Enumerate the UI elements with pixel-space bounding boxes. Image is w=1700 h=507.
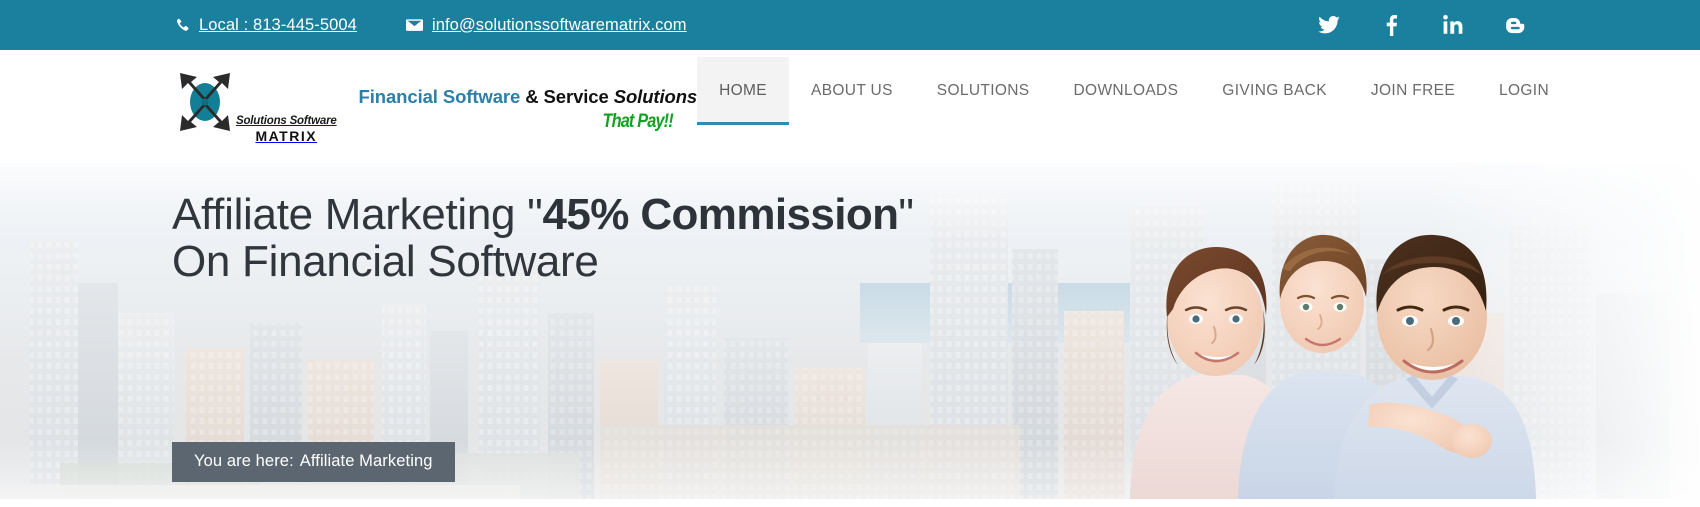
linkedin-icon bbox=[1443, 15, 1463, 35]
twitter-link[interactable] bbox=[1316, 12, 1342, 38]
phone-label: Local : 813-445-5004 bbox=[199, 15, 357, 34]
logo-line-2: MATRIX bbox=[255, 128, 318, 144]
nav-item-login[interactable]: LOGIN bbox=[1477, 57, 1571, 125]
logo-wordmark: Solutions Software MATRIX bbox=[236, 115, 337, 144]
tagline-and-service: & Service bbox=[520, 86, 614, 107]
below-hero-strip bbox=[0, 499, 1700, 507]
phone-icon bbox=[172, 17, 192, 33]
site-header: Solutions Software MATRIX Financial Soft… bbox=[0, 50, 1700, 163]
breadcrumb-prefix: You are here: bbox=[194, 452, 294, 470]
linkedin-link[interactable] bbox=[1440, 12, 1466, 38]
hero-heading: Affiliate Marketing "45% Commission" On … bbox=[172, 191, 1700, 285]
tagline-line-1: Financial Software & Service Solutions bbox=[359, 86, 698, 108]
tagline-that-pay: That Pay!! bbox=[602, 111, 674, 132]
nav-item-solutions[interactable]: SOLUTIONS bbox=[915, 57, 1052, 125]
envelope-icon bbox=[405, 17, 425, 33]
phone-contact-link[interactable]: Local : 813-445-5004 bbox=[172, 16, 357, 35]
twitter-icon bbox=[1318, 16, 1340, 34]
four-arrows-circle-logo-icon bbox=[172, 69, 238, 147]
nav-item-giving-back[interactable]: GIVING BACK bbox=[1200, 57, 1349, 125]
tagline-financial-software: Financial Software bbox=[358, 86, 521, 107]
email-contact-link[interactable]: info@solutionssoftwarematrix.com bbox=[405, 16, 687, 35]
facebook-icon bbox=[1386, 14, 1397, 36]
facebook-link[interactable] bbox=[1378, 12, 1404, 38]
top-bar-inner: Local : 813-445-5004 info@solutionssoftw… bbox=[0, 0, 1700, 50]
blogger-icon bbox=[1505, 15, 1526, 36]
hero-heading-part-a: Affiliate Marketing bbox=[172, 190, 528, 239]
hero-heading-quote-close: " bbox=[898, 190, 914, 239]
logo-line-1: Solutions Software bbox=[236, 115, 337, 127]
hero-heading-quote-open: " bbox=[527, 190, 543, 239]
email-label: info@solutionssoftwarematrix.com bbox=[431, 15, 687, 34]
nav-item-about-us[interactable]: ABOUT US bbox=[789, 57, 915, 125]
breadcrumb-current: Affiliate Marketing bbox=[299, 452, 433, 470]
hero-heading-line-2: On Financial Software bbox=[172, 237, 599, 287]
hero-content: Affiliate Marketing "45% Commission" On … bbox=[0, 163, 1700, 285]
blogger-link[interactable] bbox=[1502, 12, 1528, 38]
hero-heading-commission: 45% Commission bbox=[542, 190, 899, 239]
main-navigation: HOME ABOUT US SOLUTIONS DOWNLOADS GIVING… bbox=[697, 50, 1571, 163]
nav-item-join-free[interactable]: JOIN FREE bbox=[1349, 57, 1477, 125]
tagline-solutions: Solutions bbox=[613, 86, 698, 107]
logo-link[interactable]: Solutions Software MATRIX bbox=[172, 50, 337, 163]
nav-item-home[interactable]: HOME bbox=[697, 57, 789, 125]
hero-banner: Affiliate Marketing "45% Commission" On … bbox=[0, 163, 1700, 499]
social-links bbox=[1316, 12, 1528, 38]
top-contact-bar: Local : 813-445-5004 info@solutionssoftw… bbox=[0, 0, 1700, 50]
brand-tagline: Financial Software & Service Solutions T… bbox=[359, 53, 698, 166]
breadcrumb: You are here: Affiliate Marketing bbox=[172, 442, 455, 482]
nav-item-downloads[interactable]: DOWNLOADS bbox=[1052, 57, 1201, 125]
